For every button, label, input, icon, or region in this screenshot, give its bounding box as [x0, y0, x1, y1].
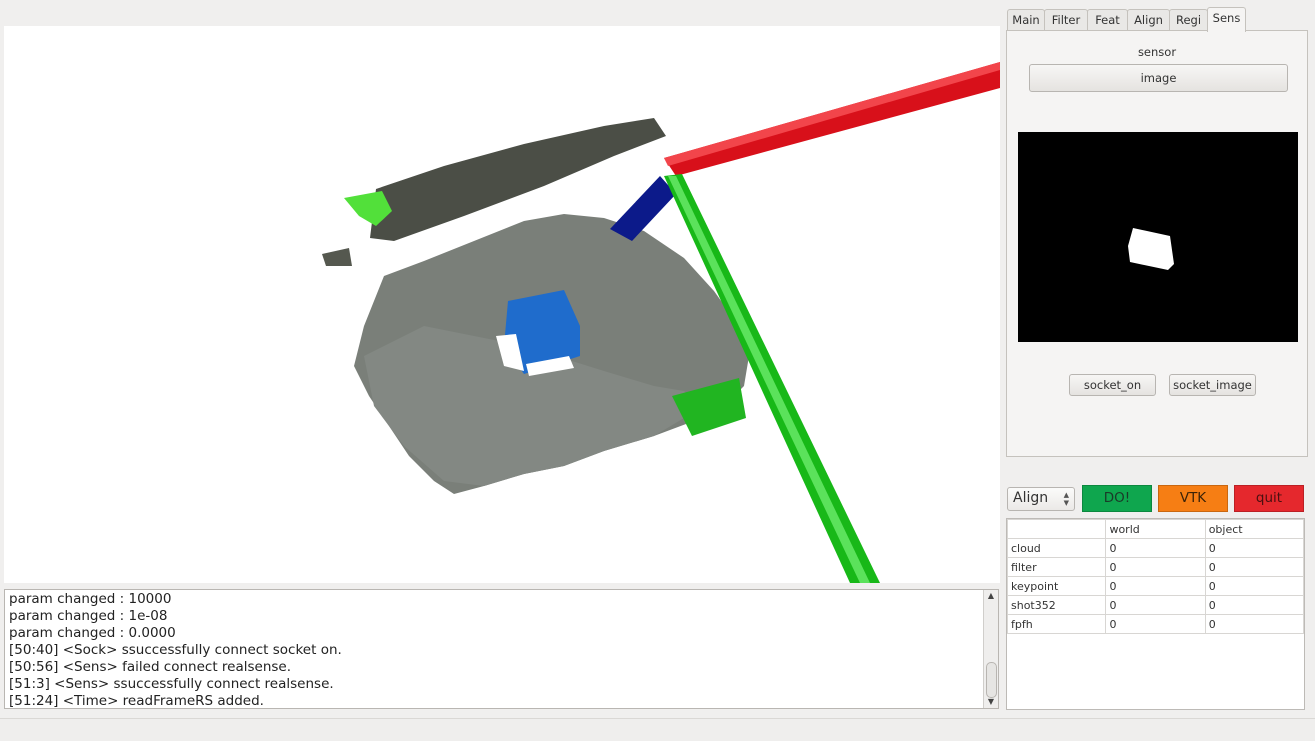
tab-main[interactable]: Main: [1007, 9, 1045, 31]
sensor-tab-panel: sensor image socket_on socket_image: [1006, 30, 1308, 457]
scroll-thumb[interactable]: [986, 662, 997, 698]
log-line: [50:40] <Sock> ssuccessfully connect soc…: [9, 642, 342, 658]
table-header: world: [1105, 519, 1206, 539]
table-cell[interactable]: 0: [1204, 595, 1305, 615]
log-text: param changed : 10000 param changed : 1e…: [9, 591, 980, 708]
image-button[interactable]: image: [1029, 64, 1288, 92]
table-cell[interactable]: 0: [1105, 576, 1206, 596]
mode-select-value: Align: [1013, 490, 1049, 506]
table-cell[interactable]: fpfh: [1006, 614, 1107, 634]
do-button[interactable]: DO!: [1082, 485, 1152, 512]
table-row[interactable]: fpfh 0 0: [1006, 614, 1305, 634]
log-console[interactable]: param changed : 10000 param changed : 1e…: [4, 589, 999, 709]
log-line: param changed : 1e-08: [9, 608, 168, 624]
table-cell[interactable]: 0: [1105, 557, 1206, 577]
table-row[interactable]: keypoint 0 0: [1006, 576, 1305, 596]
table-cell[interactable]: 0: [1105, 614, 1206, 634]
table-cell[interactable]: 0: [1105, 595, 1206, 615]
table-row[interactable]: filter 0 0: [1006, 557, 1305, 577]
table-cell[interactable]: filter: [1006, 557, 1107, 577]
log-line: [51:3] <Sens> ssuccessfully connect real…: [9, 676, 334, 692]
tab-feat[interactable]: Feat: [1087, 9, 1128, 31]
vtk-button[interactable]: VTK: [1158, 485, 1228, 512]
table-cell[interactable]: shot352: [1006, 595, 1107, 615]
quit-button[interactable]: quit: [1234, 485, 1304, 512]
log-line: [50:56] <Sens> failed connect realsense.: [9, 659, 292, 675]
log-scrollbar[interactable]: ▲ ▼: [983, 590, 998, 708]
log-line: param changed : 0.0000: [9, 625, 176, 641]
table-cell[interactable]: 0: [1204, 557, 1305, 577]
socket-on-button[interactable]: socket_on: [1069, 374, 1156, 396]
table-cell[interactable]: cloud: [1006, 538, 1107, 558]
table-cell[interactable]: 0: [1204, 576, 1305, 596]
scroll-up-icon[interactable]: ▲: [984, 590, 998, 602]
tab-align[interactable]: Align: [1127, 9, 1170, 31]
combo-arrows-icon: ▲ ▼: [1063, 491, 1069, 507]
log-line: [51:24] <Time> readFrameRS added.: [9, 693, 264, 708]
table-header: [1006, 519, 1107, 539]
scroll-down-icon[interactable]: ▼: [984, 696, 998, 708]
table-header: object: [1204, 519, 1305, 539]
status-bar: [0, 718, 1315, 741]
table-cell[interactable]: keypoint: [1006, 576, 1107, 596]
tab-filter[interactable]: Filter: [1044, 9, 1088, 31]
table-cell[interactable]: 0: [1105, 538, 1206, 558]
cloud-stray-patch: [322, 248, 352, 266]
point-cloud-render: [322, 62, 1000, 583]
table-row[interactable]: shot352 0 0: [1006, 595, 1305, 615]
table-cell[interactable]: 0: [1204, 614, 1305, 634]
status-grid: world object cloud 0 0 filter 0 0 keypoi…: [1006, 519, 1305, 634]
tab-regi[interactable]: Regi: [1169, 9, 1208, 31]
table-header-row: world object: [1006, 519, 1305, 539]
table-row[interactable]: cloud 0 0: [1006, 538, 1305, 558]
table-cell[interactable]: 0: [1204, 538, 1305, 558]
tab-sens[interactable]: Sens: [1207, 7, 1246, 32]
status-table[interactable]: world object cloud 0 0 filter 0 0 keypoi…: [1006, 518, 1305, 710]
mode-select[interactable]: Align ▲ ▼: [1007, 487, 1075, 511]
mask-preview-image: [1128, 228, 1174, 270]
socket-image-button[interactable]: socket_image: [1169, 374, 1256, 396]
sensor-image-preview: [1018, 132, 1298, 342]
log-line: param changed : 10000: [9, 591, 172, 607]
sensor-label: sensor: [1137, 45, 1177, 59]
point-cloud-viewport[interactable]: [4, 26, 1000, 583]
